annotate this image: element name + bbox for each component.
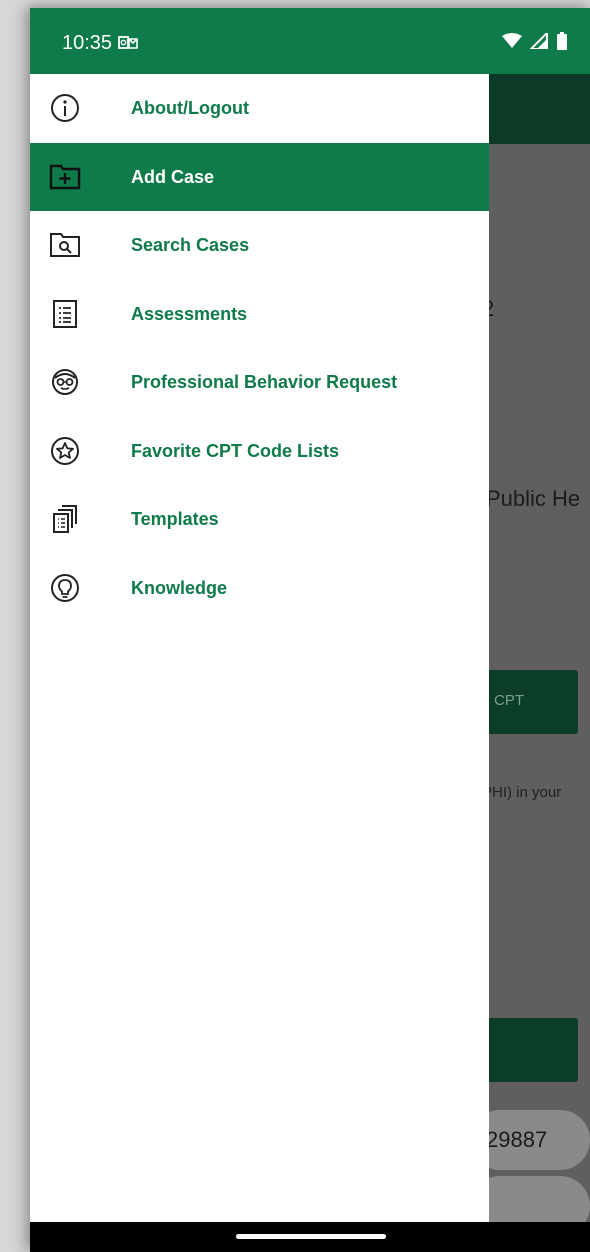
background-text-fragment: Public He xyxy=(486,486,581,511)
status-bar: 10:35 xyxy=(30,8,590,74)
folder-add-icon xyxy=(48,160,82,194)
folder-search-icon xyxy=(48,228,82,262)
info-icon xyxy=(48,91,82,125)
phone-screen: 2 Public He ch CPT PHI) in your 29887 10… xyxy=(30,8,590,1252)
system-navigation-bar xyxy=(30,1222,590,1252)
person-glasses-icon xyxy=(48,365,82,399)
star-circle-icon xyxy=(48,434,82,468)
menu-item-label: Add Case xyxy=(131,166,215,187)
documents-icon xyxy=(48,502,82,536)
wifi-icon xyxy=(502,33,522,54)
menu-item-assessments[interactable]: Assessments xyxy=(30,280,489,349)
menu-item-label: Templates xyxy=(131,509,219,529)
menu-item-professional-behavior-request[interactable]: Professional Behavior Request xyxy=(30,348,489,417)
menu-item-templates[interactable]: Templates xyxy=(30,485,489,554)
menu-item-label: Knowledge xyxy=(131,577,228,598)
menu-item-favorite-cpt-code-lists[interactable]: Favorite CPT Code Lists xyxy=(30,417,489,486)
menu-item-label: Search Cases xyxy=(131,235,250,255)
menu-item-knowledge[interactable]: Knowledge xyxy=(30,554,489,623)
checklist-icon xyxy=(48,297,82,331)
menu-item-label: About/Logout xyxy=(131,98,249,118)
home-gesture-handle[interactable] xyxy=(236,1234,386,1239)
cell-signal-icon xyxy=(528,30,548,54)
menu-item-label: Professional Behavior Request xyxy=(131,372,398,392)
menu-item-about-logout[interactable]: About/Logout xyxy=(30,74,489,143)
lightbulb-icon xyxy=(48,571,82,605)
navigation-drawer: About/Logout Add Case Search Cases Asses… xyxy=(30,74,489,1222)
menu-item-add-case[interactable]: Add Case xyxy=(30,142,489,211)
menu-item-label: Assessments xyxy=(131,303,248,324)
status-time: 10:35 xyxy=(62,32,113,54)
menu-item-search-cases[interactable]: Search Cases xyxy=(30,211,489,280)
battery-icon xyxy=(556,32,568,55)
background-phi-text: PHI) in your xyxy=(482,784,562,801)
outlook-icon xyxy=(118,35,138,56)
menu-item-label: Favorite CPT Code Lists xyxy=(131,440,340,461)
